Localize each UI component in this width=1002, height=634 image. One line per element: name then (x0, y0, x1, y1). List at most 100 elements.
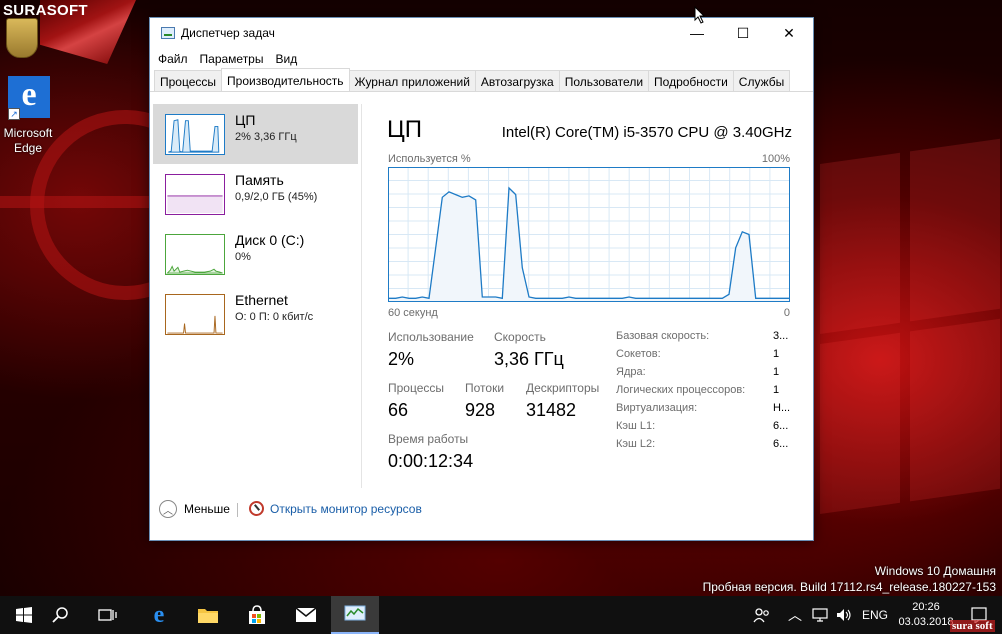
taskbar-explorer[interactable] (184, 596, 232, 634)
title-bar[interactable]: Диспетчер задач — ☐ ✕ (150, 18, 813, 48)
chevron-up-icon[interactable]: ︿ (159, 500, 177, 518)
menu-bar: Файл Параметры Вид (150, 48, 813, 70)
windows-logo-glow (820, 136, 1002, 544)
device-name: Диск 0 (C:) (235, 232, 305, 248)
handles-value: 31482 (526, 400, 577, 420)
folder-icon (198, 609, 218, 623)
maximize-button[interactable]: ☐ (720, 18, 766, 48)
tab-details[interactable]: Подробности (648, 70, 734, 91)
disk-thumbnail (165, 234, 225, 275)
cpu-title: ЦП (387, 116, 423, 143)
footer-separator (237, 503, 238, 517)
task-view-icon (98, 609, 117, 621)
taskbar: e ︿ ENG 20:26 03.03.2018 (0, 596, 1002, 634)
windows-watermark: Windows 10 Домашня Пробная версия. Build… (703, 563, 996, 595)
task-view-button[interactable] (84, 596, 132, 634)
store-icon (249, 605, 265, 624)
tab-services[interactable]: Службы (732, 70, 791, 91)
spec-value: 6... (773, 438, 789, 450)
device-sub: О: 0 П: 0 кбит/с (235, 311, 314, 323)
speed-value: 3,36 ГГц (494, 349, 564, 369)
shortcut-arrow-icon: ↗ (8, 108, 20, 120)
tray-overflow-chevron-icon[interactable]: ︿ (783, 596, 807, 634)
network-button[interactable] (808, 596, 832, 634)
taskbar-mail[interactable] (282, 596, 330, 634)
device-item-memory[interactable]: Память 0,9/2,0 ГБ (45%) (153, 164, 358, 224)
device-sub: 0,9/2,0 ГБ (45%) (235, 191, 318, 203)
crest-icon (6, 18, 38, 58)
device-item-cpu[interactable]: ЦП 2% 3,36 ГГц (153, 104, 358, 164)
spec-key: Базовая скорость: (616, 330, 710, 342)
graph-zero-label: 0 (783, 307, 790, 319)
tab-users[interactable]: Пользователи (558, 70, 650, 91)
taskbar-edge[interactable]: e (135, 596, 183, 634)
task-manager-icon (161, 27, 175, 39)
watermark-line2: Пробная версия. Build 17112.rs4_release.… (702, 580, 996, 594)
menu-options[interactable]: Параметры (194, 48, 270, 70)
network-icon (812, 608, 828, 622)
people-icon (753, 608, 769, 623)
threads-value: 928 (465, 400, 496, 420)
language-indicator[interactable]: ENG (858, 596, 892, 634)
spec-value: 1 (773, 366, 780, 378)
taskbar-task-manager[interactable] (331, 596, 379, 634)
menu-file[interactable]: Файл (152, 48, 194, 70)
graph-time-label: 60 секунд (388, 307, 438, 319)
fewer-details-button[interactable]: Меньше (184, 502, 230, 516)
device-item-ethernet[interactable]: Ethernet О: 0 П: 0 кбит/с (153, 284, 358, 344)
tab-processes[interactable]: Процессы (154, 70, 223, 91)
device-sub: 2% 3,36 ГГц (235, 131, 297, 143)
search-button[interactable] (37, 596, 85, 634)
menu-view[interactable]: Вид (269, 48, 303, 70)
spec-key: Ядра: (616, 366, 646, 378)
footer: ︿ Меньше Открыть монитор ресурсов (150, 486, 813, 540)
tab-startup[interactable]: Автозагрузка (474, 70, 560, 91)
usage-label: Использование (388, 330, 474, 344)
tab-app-history[interactable]: Журнал приложений (348, 70, 476, 91)
memory-thumbnail (165, 174, 225, 215)
spec-value: 1 (773, 384, 780, 396)
people-button[interactable] (748, 596, 776, 634)
device-name: Ethernet (235, 292, 288, 308)
resource-monitor-link[interactable]: Открыть монитор ресурсов (270, 502, 422, 516)
desktop-icon-label[interactable]: Microsoft Edge (0, 126, 56, 156)
spec-key: Логических процессоров: (616, 384, 746, 396)
processes-value: 66 (388, 400, 409, 420)
clock[interactable]: 20:26 03.03.2018 (896, 600, 956, 630)
spec-value: 3... (773, 330, 789, 342)
windows-icon (16, 607, 32, 623)
task-manager-icon (344, 605, 366, 621)
clock-time: 20:26 (912, 601, 940, 613)
task-manager-window: Диспетчер задач — ☐ ✕ Файл Параметры Вид… (149, 17, 814, 541)
cpu-thumbnail (165, 114, 225, 155)
cpu-detail-pane: ЦП Intel(R) Core(TM) i5-3570 CPU @ 3.40G… (362, 104, 814, 488)
device-item-disk[interactable]: Диск 0 (C:) 0% (153, 224, 358, 284)
taskbar-store[interactable] (233, 596, 281, 634)
volume-button[interactable] (832, 596, 856, 634)
mail-icon (295, 607, 317, 622)
cpu-model: Intel(R) Core(TM) i5-3570 CPU @ 3.40GHz (501, 124, 792, 141)
ethernet-thumbnail (165, 294, 225, 335)
uptime-label: Время работы (388, 432, 469, 446)
threads-label: Потоки (465, 381, 505, 395)
handles-label: Дескрипторы (526, 381, 600, 395)
graph-label-left: Используется % (388, 153, 471, 165)
spec-key: Виртуализация: (616, 402, 698, 414)
spec-key: Сокетов: (616, 348, 661, 360)
search-icon (52, 607, 68, 623)
graph-label-right: 100% (761, 153, 790, 165)
close-button[interactable]: ✕ (766, 18, 812, 48)
usage-value: 2% (388, 349, 415, 369)
tab-bar: Процессы Производительность Журнал прило… (150, 68, 813, 92)
clock-date: 03.03.2018 (898, 616, 954, 628)
uptime-value: 0:00:12:34 (388, 451, 474, 471)
spec-value: 1 (773, 348, 780, 360)
volume-icon (837, 609, 851, 621)
spec-value: Н... (773, 402, 791, 414)
tab-performance[interactable]: Производительность (221, 68, 350, 91)
window-title: Диспетчер задач (181, 26, 275, 40)
device-sub: 0% (235, 251, 251, 263)
brand-watermark: sura soft (950, 620, 995, 632)
edge-taskbar-icon: e (153, 601, 165, 628)
resource-monitor-icon[interactable] (249, 501, 264, 516)
